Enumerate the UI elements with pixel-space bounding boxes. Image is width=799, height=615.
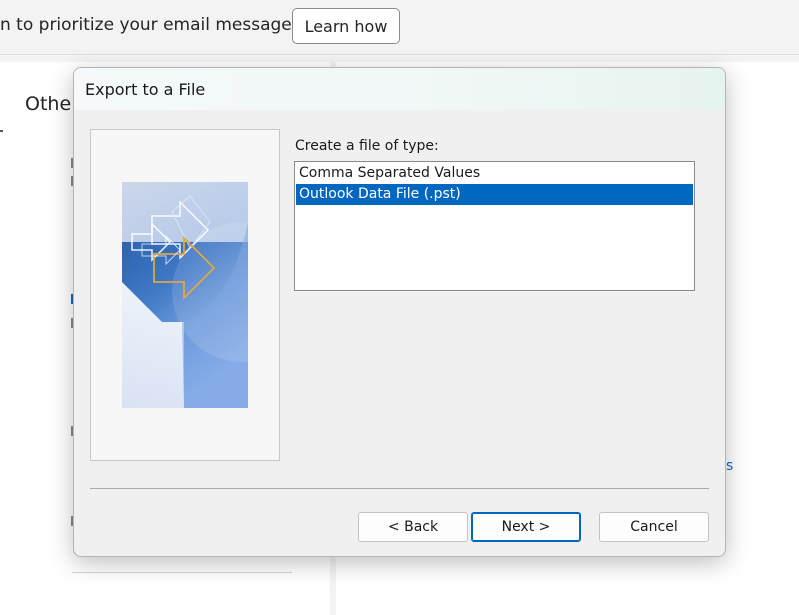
wizard-image-frame xyxy=(90,129,280,461)
learn-how-button[interactable]: Learn how xyxy=(292,8,400,44)
notification-bar: n to prioritize your email messages. Lea… xyxy=(0,0,799,55)
dialog-title: Export to a File xyxy=(85,80,206,99)
dialog-separator xyxy=(90,488,709,489)
export-wizard-arrows-image xyxy=(122,182,248,408)
background-link-fragment[interactable]: s xyxy=(726,458,733,474)
background-separator xyxy=(72,572,292,573)
file-type-option-csv[interactable]: Comma Separated Values xyxy=(296,163,693,184)
dialog-titlebar[interactable]: Export to a File xyxy=(74,68,725,110)
banner-text: n to prioritize your email messages. xyxy=(0,15,307,35)
next-button[interactable]: Next > xyxy=(471,512,581,542)
background-heading: Othe xyxy=(25,93,72,115)
file-type-listbox[interactable]: Comma Separated Values Outlook Data File… xyxy=(294,161,695,291)
export-to-file-dialog: Export to a File Create a file of type: … xyxy=(73,67,726,557)
cancel-button[interactable]: Cancel xyxy=(599,512,709,542)
background-edge-mark xyxy=(0,130,3,132)
file-type-label: Create a file of type: xyxy=(295,138,439,154)
back-button[interactable]: < Back xyxy=(358,512,468,542)
file-type-option-pst[interactable]: Outlook Data File (.pst) xyxy=(296,184,693,205)
